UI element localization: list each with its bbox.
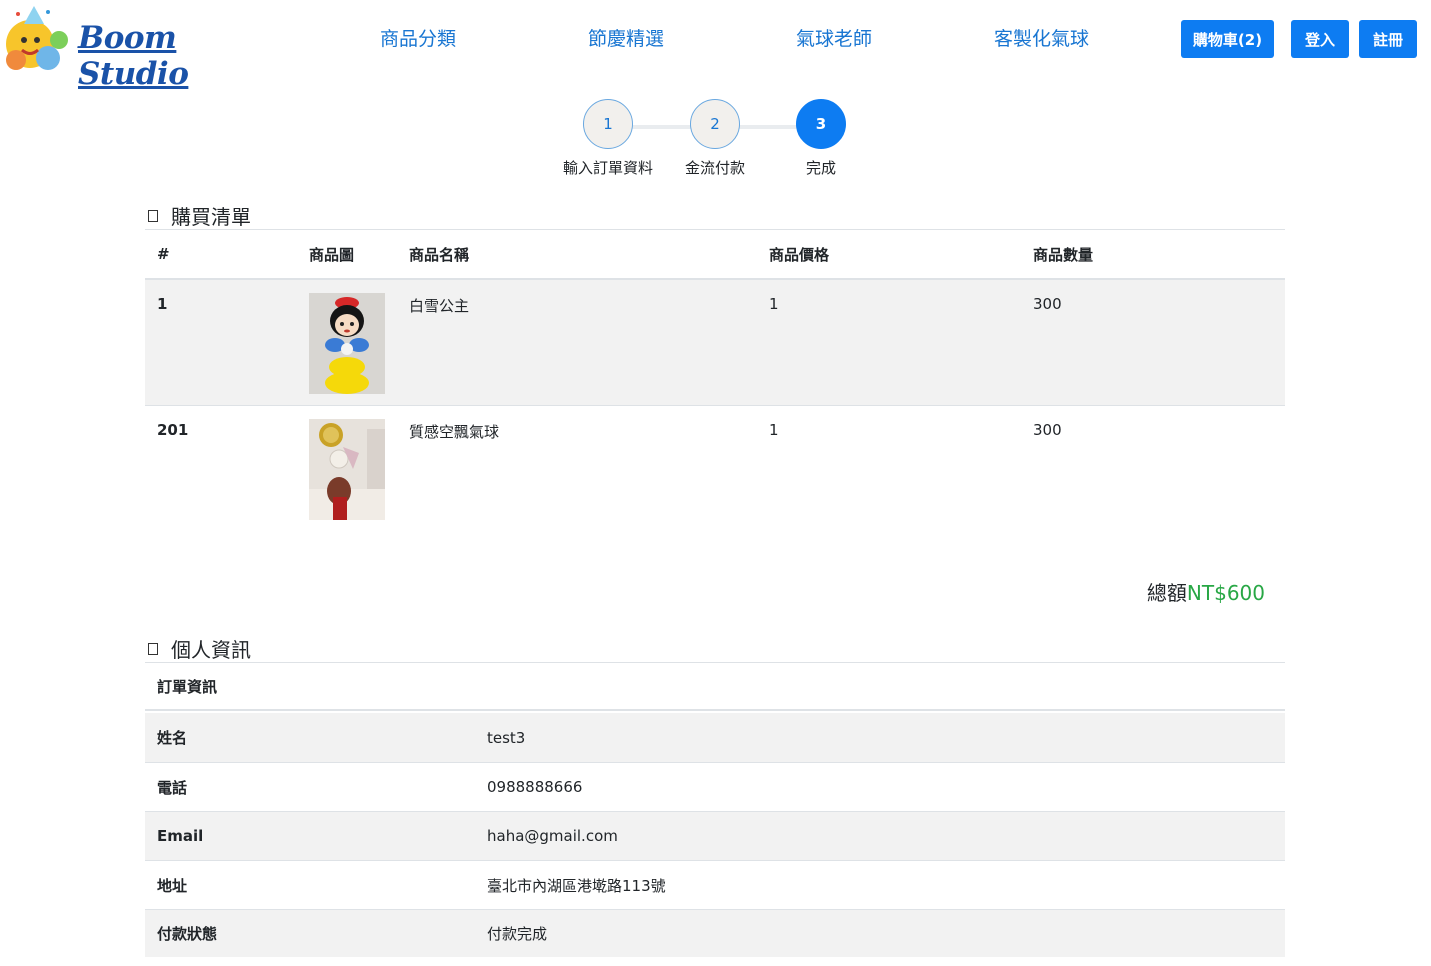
info-key: Email [157,827,204,845]
row-image-cell [297,279,397,405]
row-qty: 300 [1033,295,1062,313]
info-value: haha@gmail.com [487,827,618,845]
cart-button[interactable]: 購物車(2) [1181,20,1274,58]
purchase-section-title: 購買清單 [145,201,251,230]
step-connector [632,125,692,129]
product-image-snow-white[interactable] [309,293,385,394]
nav-product-categories[interactable]: 商品分類 [380,27,456,51]
row-price: 1 [769,295,779,313]
nav-festival-picks[interactable]: 節慶精選 [588,27,664,51]
row-price: 1 [757,404,1021,531]
table-row: 201 質感空飄氣球 1 300 [145,404,1285,531]
row-index: 201 [145,404,297,531]
step-2-label: 金流付款 [684,159,745,177]
step-3-circle: 3 [796,99,846,149]
step-3-label: 完成 [805,159,836,177]
step-2-circle: 2 [690,99,740,149]
info-key: 地址 [157,876,188,895]
step-1-label: 輸入訂單資料 [562,159,653,177]
info-key: 電話 [157,778,188,797]
purchase-table: # 商品圖 商品名稱 商品價格 商品數量 1 白雪公主 1 300 201 質感… [145,230,1285,531]
row-name: 白雪公主 [409,297,470,315]
step-1-circle: 1 [583,99,633,149]
info-value: 臺北市內湖區港墘路113號 [487,876,666,895]
order-info-header-text: 訂單資訊 [157,677,218,696]
row-name: 質感空飄氣球 [397,404,757,531]
purchase-title-text: 購買清單 [171,205,251,229]
personal-section-title: 個人資訊 [145,634,251,663]
list-icon [148,209,158,222]
total-amount: NT$600 [1186,581,1265,605]
logo-text: Boom Studio [78,20,189,92]
info-row-email: Email haha@gmail.com [145,811,1285,860]
nav-balloon-teachers[interactable]: 氣球老師 [796,27,872,51]
row-image-cell [297,404,397,531]
info-key: 姓名 [157,729,188,747]
register-button[interactable]: 註冊 [1359,20,1417,58]
row-index: 1 [157,295,168,313]
info-row-phone: 電話 0988888666 [145,762,1285,811]
product-image-floating-balloon[interactable] [309,418,385,520]
step-connector [739,125,799,129]
row-qty: 300 [1021,404,1285,531]
login-button[interactable]: 登入 [1291,20,1349,58]
info-row-name: 姓名 test3 [145,713,1285,762]
table-header-row: # 商品圖 商品名稱 商品價格 商品數量 [145,230,1285,280]
table-row: 1 白雪公主 1 300 [145,279,1285,405]
user-icon [148,642,158,655]
order-info-header: 訂單資訊 [145,663,1285,711]
info-key: 付款狀態 [157,925,218,943]
info-value: test3 [487,728,526,747]
col-header-image: 商品圖 [297,230,397,280]
col-header-price: 商品價格 [757,230,1021,280]
personal-title-text: 個人資訊 [171,638,251,662]
info-row-address: 地址 臺北市內湖區港墘路113號 [145,860,1285,909]
logo[interactable]: Boom Studio [4,4,244,92]
info-row-payment-status: 付款狀態 付款完成 [145,909,1285,957]
col-header-name: 商品名稱 [397,230,757,280]
nav-custom-balloons[interactable]: 客製化氣球 [994,27,1089,51]
col-header-index: # [145,230,297,280]
info-value: 0988888666 [487,778,583,796]
balloon-mascot-icon [6,6,68,70]
col-header-qty: 商品數量 [1021,230,1285,280]
info-value: 付款完成 [487,925,548,943]
order-total: 總額NT$600 [1147,577,1265,606]
total-label: 總額 [1146,581,1187,605]
